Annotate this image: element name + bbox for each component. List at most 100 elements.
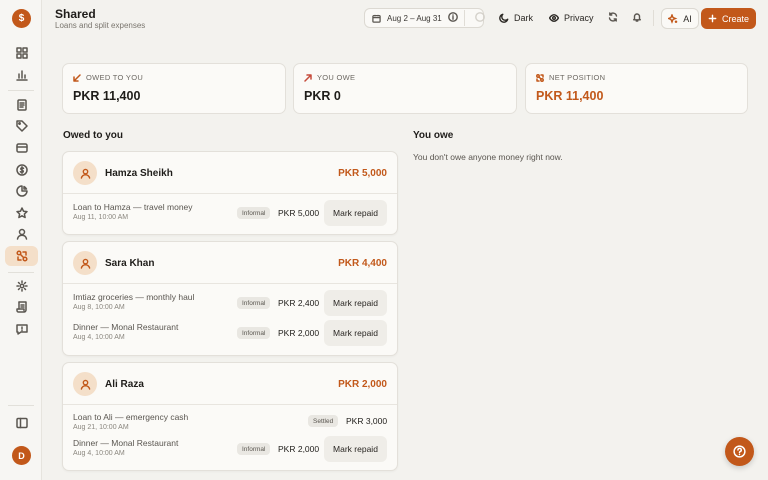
stat-label-row: YOU OWE (304, 73, 355, 82)
shared-icon (536, 73, 544, 82)
page-subtitle: Loans and split expenses (55, 21, 146, 30)
owed-to-you-heading: Owed to you (63, 130, 123, 141)
sidebar-item-transactions[interactable] (7, 95, 37, 115)
person-card: Ali Raza PKR 2,000 Loan to Ali — emergen… (62, 362, 398, 471)
stat-card-net-position: NET POSITION PKR 11,400 (525, 63, 748, 114)
status-badge: Informal (237, 297, 271, 309)
privacy-label: Privacy (564, 13, 594, 23)
entry-date: Aug 8, 10:00 AM (73, 304, 125, 311)
person-name: Ali Raza (105, 379, 144, 390)
stat-value: PKR 0 (304, 89, 341, 103)
star-icon (16, 207, 28, 219)
sidebar-divider (8, 405, 34, 406)
sidebar-item-analytics[interactable] (7, 181, 37, 201)
entry-description: Loan to Ali — emergency cash (73, 412, 189, 422)
header-divider (464, 10, 465, 26)
entry-amount: PKR 5,000 (278, 208, 320, 218)
person-avatar (73, 161, 97, 185)
feedback-icon (16, 324, 28, 335)
person-card: Sara Khan PKR 4,400 Imtiaz groceries — m… (62, 241, 398, 356)
info-icon (448, 12, 458, 22)
privacy-toggle[interactable]: Privacy (549, 9, 594, 27)
stat-label: OWED TO YOU (86, 73, 144, 82)
person-name: Sara Khan (105, 258, 155, 269)
entry-description: Loan to Hamza — travel money (73, 202, 193, 212)
mark-repaid-button[interactable]: Mark repaid (324, 436, 387, 462)
header-divider (653, 10, 654, 26)
settings-icon (16, 280, 28, 292)
sidebar-item-accounts[interactable] (7, 138, 37, 158)
app-logo[interactable]: $ (12, 9, 31, 28)
sidebar-item-logs[interactable] (7, 297, 37, 317)
user-icon (80, 379, 90, 390)
moon-icon (499, 13, 509, 23)
date-range-label: Aug 2 – Aug 31 (387, 13, 442, 23)
sidebar-item-reports[interactable] (7, 65, 37, 85)
arrow-up-right-icon (304, 73, 312, 82)
sidebar-item-feedback[interactable] (7, 319, 37, 339)
shared-icon (15, 250, 28, 262)
help-button[interactable] (725, 437, 754, 466)
stat-card-owed-to-you: OWED TO YOU PKR 11,400 (62, 63, 286, 114)
dark-mode-label: Dark (514, 13, 534, 23)
mark-repaid-button[interactable]: Mark repaid (324, 320, 387, 346)
sidebar-item-people[interactable] (7, 224, 37, 244)
entry-date: Aug 4, 10:00 AM (73, 450, 125, 457)
sidebar-item-settings[interactable] (7, 276, 37, 296)
mark-repaid-button[interactable]: Mark repaid (324, 290, 387, 316)
sidebar-item-goals[interactable] (7, 203, 37, 223)
mark-repaid-button[interactable]: Mark repaid (324, 200, 387, 226)
entry-amount: PKR 2,400 (278, 298, 320, 308)
sidebar-item-budgets[interactable] (7, 160, 37, 180)
loan-entry: Imtiaz groceries — monthly haul Aug 8, 1… (73, 290, 387, 318)
arrow-down-left-icon (73, 73, 81, 82)
document-icon (17, 99, 27, 111)
entry-amount: PKR 2,000 (278, 444, 320, 454)
page-title: Shared (55, 7, 96, 21)
person-avatar (73, 372, 97, 396)
ai-button[interactable]: AI (661, 8, 699, 29)
stat-card-you-owe: YOU OWE PKR 0 (293, 63, 517, 114)
loan-entry: Dinner — Monal Restaurant Aug 4, 10:00 A… (73, 320, 387, 348)
person-avatar (73, 251, 97, 275)
user-icon (16, 228, 28, 240)
status-badge: Settled (308, 415, 339, 427)
date-range-picker[interactable]: Aug 2 – Aug 31 (364, 8, 484, 28)
pie-chart-icon (16, 185, 28, 197)
entry-amount: PKR 2,000 (278, 328, 320, 338)
user-avatar[interactable]: D (12, 446, 31, 465)
person-card: Hamza Sheikh PKR 5,000 Loan to Hamza — t… (62, 151, 398, 235)
loan-entry: Dinner — Monal Restaurant Aug 4, 10:00 A… (73, 436, 387, 464)
sidebar-item-dashboard[interactable] (7, 43, 37, 63)
dashboard-icon (16, 47, 28, 59)
ai-label: AI (683, 13, 692, 24)
bar-chart-icon (16, 70, 28, 81)
person-total: PKR 2,000 (338, 379, 387, 390)
entry-amount: PKR 3,000 (346, 416, 388, 426)
entry-date: Aug 4, 10:00 AM (73, 334, 125, 341)
status-badge: Informal (237, 327, 271, 339)
refresh-button[interactable] (606, 10, 620, 24)
stat-label-row: NET POSITION (536, 73, 605, 82)
sidebar: $ D (0, 0, 42, 480)
scroll-icon (16, 301, 27, 313)
person-total: PKR 5,000 (338, 168, 387, 179)
card-divider (63, 404, 397, 405)
eye-icon (549, 14, 559, 22)
entry-description: Dinner — Monal Restaurant (73, 438, 179, 448)
sidebar-item-tags[interactable] (7, 116, 37, 136)
calendar-icon (372, 14, 381, 23)
loan-entry: Loan to Ali — emergency cash Aug 21, 10:… (73, 410, 388, 431)
collapse-sidebar-button[interactable] (7, 413, 37, 433)
stat-label: NET POSITION (549, 73, 606, 82)
sidebar-item-shared[interactable] (5, 246, 38, 266)
sidebar-divider (8, 90, 34, 91)
card-divider (63, 283, 397, 284)
status-badge: Informal (237, 207, 271, 219)
sync-status-indicator (473, 10, 487, 24)
create-button[interactable]: Create (701, 8, 756, 29)
info-button[interactable] (446, 10, 460, 24)
dark-mode-toggle[interactable]: Dark (499, 9, 533, 27)
notifications-button[interactable] (630, 10, 644, 24)
card-divider (63, 193, 397, 194)
